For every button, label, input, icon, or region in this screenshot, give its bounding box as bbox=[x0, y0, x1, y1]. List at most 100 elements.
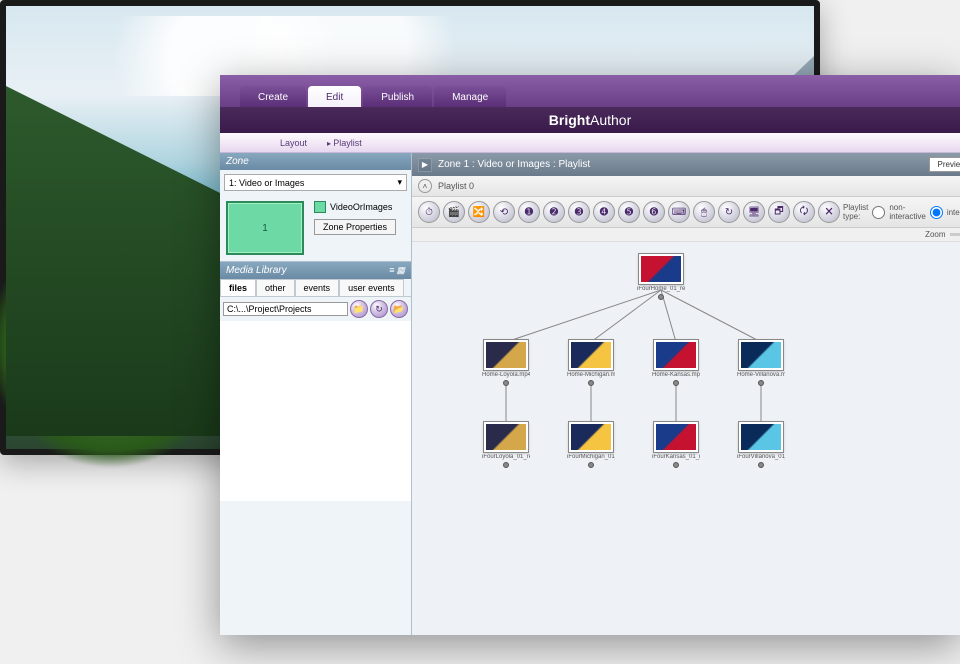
zoom-slider[interactable] bbox=[950, 233, 960, 236]
node-connector-icon[interactable] bbox=[503, 462, 509, 468]
playlist-node[interactable]: iFourMichigan_01_record bbox=[567, 422, 615, 460]
sub-nav: Layout Playlist bbox=[220, 133, 960, 153]
node-connector-icon[interactable] bbox=[503, 380, 509, 386]
node-connector-icon[interactable] bbox=[588, 380, 594, 386]
playlist-node[interactable]: Home-Michigan.mp4 bbox=[567, 340, 615, 378]
node-connector-icon[interactable] bbox=[758, 462, 764, 468]
playlist-node[interactable]: iFourVillanova_01_record bbox=[737, 422, 785, 460]
tool-11[interactable]: 🖱 bbox=[693, 201, 715, 223]
tab-manage[interactable]: Manage bbox=[434, 86, 506, 107]
media-tab-user-events[interactable]: user events bbox=[339, 279, 404, 296]
node-label: iFourLoyola_01_record bbox=[482, 454, 530, 460]
tool-13[interactable]: 🖥 bbox=[743, 201, 765, 223]
node-thumbnail bbox=[484, 340, 528, 370]
tool-2[interactable]: 🔀 bbox=[468, 201, 490, 223]
tool-7[interactable]: ➍ bbox=[593, 201, 615, 223]
tool-14[interactable]: 🗗 bbox=[768, 201, 790, 223]
bg-foliage bbox=[0, 219, 236, 469]
node-connector-icon[interactable] bbox=[673, 462, 679, 468]
playlist-type-controls: Playlist type: non-interactive interacti… bbox=[843, 203, 960, 221]
refresh-icon[interactable]: ↻ bbox=[370, 300, 388, 318]
browse-icon[interactable]: 📁 bbox=[350, 300, 368, 318]
path-row: 📁↻📂 bbox=[220, 297, 411, 321]
tab-publish[interactable]: Publish bbox=[363, 86, 432, 107]
node-connector-icon[interactable] bbox=[658, 294, 664, 300]
node-thumbnail bbox=[654, 340, 698, 370]
node-connector-icon[interactable] bbox=[673, 380, 679, 386]
media-tab-events[interactable]: events bbox=[295, 279, 340, 296]
tool-4[interactable]: ➊ bbox=[518, 201, 540, 223]
preview-dropdown[interactable]: Preview (Half) bbox=[929, 157, 960, 172]
app-title: BrightAuthor bbox=[549, 112, 631, 128]
media-tabs: filesothereventsuser events bbox=[220, 279, 411, 297]
playlist-node[interactable]: Home-Villanova.mp4 bbox=[737, 340, 785, 378]
playlist-node[interactable]: Home-Loyola.mp4 bbox=[482, 340, 530, 378]
title-bar: BrightAuthor bbox=[220, 107, 960, 133]
legend-swatch bbox=[314, 201, 326, 213]
zoom-row: Zoom bbox=[412, 228, 960, 242]
radio-noninteractive[interactable] bbox=[872, 206, 885, 219]
node-thumbnail bbox=[639, 254, 683, 284]
zone-selector[interactable]: 1: Video or Images ▾ bbox=[224, 174, 407, 191]
playlist-node[interactable]: iFourHome_01_records bbox=[637, 254, 685, 292]
tab-edit[interactable]: Edit bbox=[308, 86, 361, 107]
playlist-type-label: Playlist type: bbox=[843, 203, 868, 221]
node-label: Home-Loyola.mp4 bbox=[482, 372, 530, 378]
zone-canvas[interactable]: 1 bbox=[226, 201, 304, 255]
node-label: iFourHome_01_records bbox=[637, 286, 685, 292]
main-area: Zone 1: Video or Images ▾ 1 VideoOrImage… bbox=[220, 153, 960, 635]
app-window: CreateEditPublishManage BrightAuthor Lay… bbox=[220, 75, 960, 635]
zone-header: Zone bbox=[220, 153, 411, 170]
node-label: Home-Villanova.mp4 bbox=[737, 372, 785, 378]
left-pane: Zone 1: Video or Images ▾ 1 VideoOrImage… bbox=[220, 153, 412, 635]
playlist-canvas[interactable]: iFourHome_01_records Home-Loyola.mp4 Home-… bbox=[412, 242, 960, 635]
playlist-name-bar: ˄ Playlist 0 bbox=[412, 176, 960, 197]
media-tab-other[interactable]: other bbox=[256, 279, 295, 296]
node-thumbnail bbox=[569, 340, 613, 370]
grid-view-icon[interactable]: ▦ bbox=[396, 265, 405, 276]
zone-legend: VideoOrImages bbox=[314, 201, 396, 213]
node-label: iFourVillanova_01_record bbox=[737, 454, 785, 460]
collapse-icon[interactable]: ˄ bbox=[418, 179, 432, 193]
tool-6[interactable]: ➌ bbox=[568, 201, 590, 223]
tool-5[interactable]: ➋ bbox=[543, 201, 565, 223]
media-tab-files[interactable]: files bbox=[220, 279, 256, 296]
tool-1[interactable]: 🎬 bbox=[443, 201, 465, 223]
playlist-name: Playlist 0 bbox=[438, 181, 474, 191]
dropdown-icon: ▾ bbox=[397, 177, 402, 188]
playlist-zone-title: Zone 1 : Video or Images : Playlist bbox=[438, 159, 590, 170]
node-connector-icon[interactable] bbox=[588, 462, 594, 468]
zone-type-label: VideoOrImages bbox=[330, 202, 392, 212]
subnav-layout[interactable]: Layout bbox=[280, 138, 307, 148]
playlist-toolbar: ⏱🎬🔀⟲➊➋➌➍➎➏⌨🖱↻🖥🗗🗘🗙 Playlist type: non-int… bbox=[412, 197, 960, 228]
tool-12[interactable]: ↻ bbox=[718, 201, 740, 223]
zone-selector-label: 1: Video or Images bbox=[229, 178, 304, 188]
media-library-title: Media Library bbox=[226, 265, 287, 276]
tool-8[interactable]: ➎ bbox=[618, 201, 640, 223]
playlist-node[interactable]: iFourKansas_01_record bbox=[652, 422, 700, 460]
node-thumbnail bbox=[654, 422, 698, 452]
preview-play-icon[interactable]: ▶ bbox=[418, 158, 432, 172]
tool-0[interactable]: ⏱ bbox=[418, 201, 440, 223]
top-tab-strip: CreateEditPublishManage bbox=[220, 75, 960, 107]
subnav-playlist[interactable]: Playlist bbox=[327, 138, 362, 148]
zone-properties-button[interactable]: Zone Properties bbox=[314, 219, 396, 235]
tool-10[interactable]: ⌨ bbox=[668, 201, 690, 223]
node-label: Home-Kansas.mp4 bbox=[652, 372, 700, 378]
tool-16[interactable]: 🗙 bbox=[818, 201, 840, 223]
node-label: Home-Michigan.mp4 bbox=[567, 372, 615, 378]
tab-create[interactable]: Create bbox=[240, 86, 306, 107]
tool-15[interactable]: 🗘 bbox=[793, 201, 815, 223]
media-file-list[interactable] bbox=[220, 321, 411, 501]
path-input[interactable] bbox=[223, 302, 348, 316]
radio-noninteractive-label: non-interactive bbox=[889, 203, 925, 221]
tool-9[interactable]: ➏ bbox=[643, 201, 665, 223]
node-connector-icon[interactable] bbox=[758, 380, 764, 386]
open-icon[interactable]: 📂 bbox=[390, 300, 408, 318]
list-view-icon[interactable]: ≡ bbox=[389, 265, 394, 276]
playlist-node[interactable]: iFourLoyola_01_record bbox=[482, 422, 530, 460]
node-label: iFourMichigan_01_record bbox=[567, 454, 615, 460]
tool-3[interactable]: ⟲ bbox=[493, 201, 515, 223]
playlist-node[interactable]: Home-Kansas.mp4 bbox=[652, 340, 700, 378]
radio-interactive[interactable] bbox=[930, 206, 943, 219]
